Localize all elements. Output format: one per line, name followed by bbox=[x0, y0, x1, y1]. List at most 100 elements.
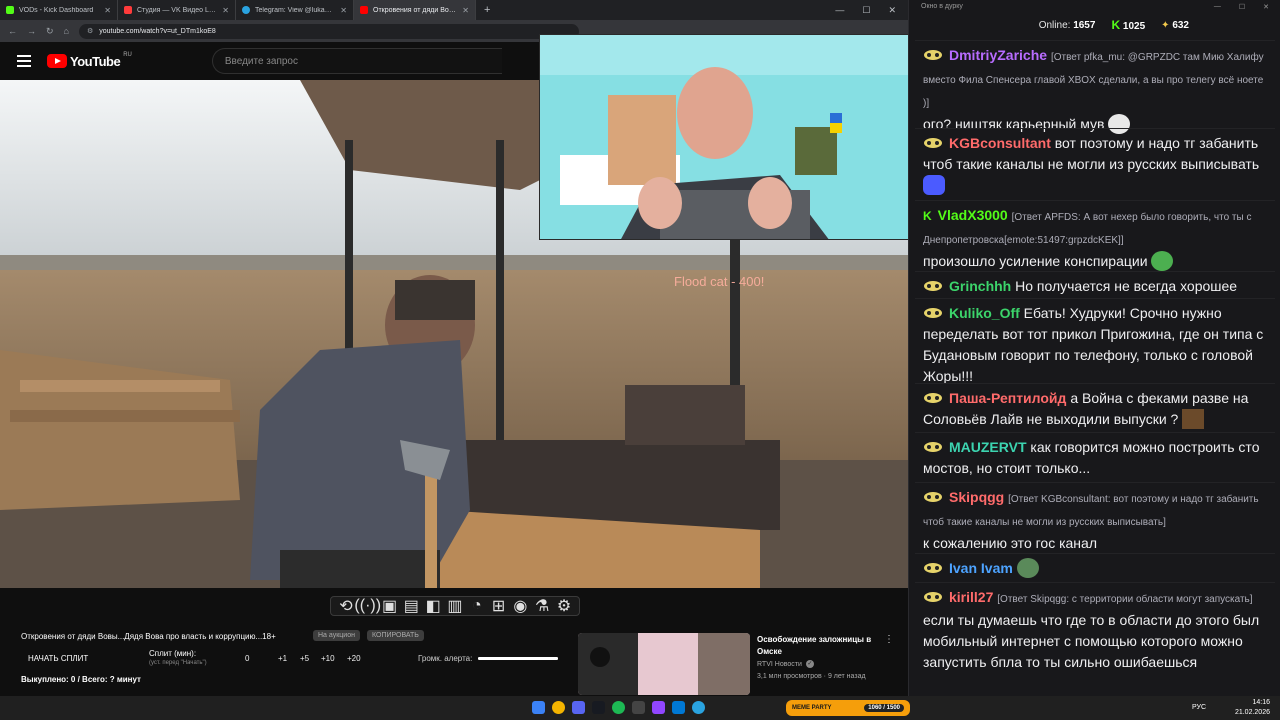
alien-avatar-icon bbox=[923, 277, 943, 291]
increment-20-button[interactable]: +20 bbox=[347, 654, 361, 663]
alert-volume-fill bbox=[478, 657, 558, 660]
increment-10-button[interactable]: +10 bbox=[321, 654, 335, 663]
verified-icon: ✓ bbox=[805, 660, 814, 668]
online-stat: Online: 1657 bbox=[1038, 19, 1096, 31]
increment-1-button[interactable]: +1 bbox=[278, 654, 287, 663]
split-label: Сплит (мин): bbox=[149, 649, 197, 658]
youtube-logo[interactable]: YouTube RU bbox=[47, 52, 132, 69]
vk-favicon-icon bbox=[124, 6, 132, 14]
close-tab-icon[interactable]: ✕ bbox=[462, 6, 469, 15]
youtube-play-icon bbox=[47, 54, 67, 68]
chat-message: Паша-Рептилойд а Война с феками разве на… bbox=[915, 383, 1275, 430]
kick-icon: K bbox=[1111, 18, 1121, 32]
kick-stat: K 1025 bbox=[1111, 18, 1146, 32]
reload-icon[interactable]: ↻ bbox=[46, 26, 54, 37]
add-panel-icon[interactable]: ⊞ bbox=[492, 598, 506, 615]
chat-message: Ivan Ivam bbox=[915, 553, 1275, 579]
audio-icon[interactable]: ((·)) bbox=[354, 597, 381, 614]
spotify-icon[interactable] bbox=[612, 701, 625, 714]
vk-stat: ✦ 632 bbox=[1161, 19, 1189, 31]
browser-tab-bar: VODs - Kick Dashboard ✕ Студия — VK Виде… bbox=[0, 0, 908, 20]
split-value[interactable]: 0 bbox=[245, 654, 249, 663]
telegram-icon[interactable] bbox=[692, 701, 705, 714]
browser-tab-vk[interactable]: Студия — VK Видео Live ✕ bbox=[118, 0, 236, 20]
close-window-icon[interactable]: ✕ bbox=[1263, 3, 1269, 11]
speed-icon[interactable]: ◔ bbox=[470, 597, 484, 614]
alien-avatar-icon bbox=[923, 304, 943, 318]
meme-party-widget[interactable]: MEME PARTY 1060 / 1500 bbox=[786, 700, 910, 716]
url-field[interactable]: ⚙ youtube.com/watch?v=ut_DTm1koE8 bbox=[78, 23, 579, 39]
explorer-icon[interactable] bbox=[672, 701, 685, 714]
site-info-icon[interactable]: ⚙ bbox=[87, 27, 93, 35]
video-title: Откровения от дяди Вовы...Дядя Вова про … bbox=[21, 632, 276, 641]
home-icon[interactable]: ⌂ bbox=[64, 26, 69, 36]
system-clock[interactable]: 14:16 21.02.2026 bbox=[1235, 698, 1270, 718]
alert-volume-slider[interactable] bbox=[478, 657, 558, 660]
recommendation-channel[interactable]: RTVI Новости bbox=[757, 661, 802, 668]
discord-icon[interactable] bbox=[572, 701, 585, 714]
maximize-icon[interactable]: ☐ bbox=[1239, 3, 1245, 11]
recommendation-thumbnail[interactable] bbox=[578, 633, 750, 695]
obs-icon[interactable] bbox=[632, 701, 645, 714]
start-icon[interactable] bbox=[532, 701, 545, 714]
window-controls: — ☐ ✕ bbox=[835, 5, 908, 16]
new-tab-button[interactable]: + bbox=[476, 4, 498, 16]
film-icon[interactable]: ▤ bbox=[404, 598, 419, 615]
loop-icon[interactable]: ⟲ bbox=[339, 598, 353, 615]
picture-in-picture-icon[interactable]: ◧ bbox=[426, 598, 441, 615]
alien-avatar-icon bbox=[923, 46, 943, 60]
screenshot-settings-icon[interactable]: ▣ bbox=[382, 598, 397, 615]
menu-icon[interactable] bbox=[17, 55, 31, 67]
alien-avatar-icon bbox=[923, 559, 943, 573]
gear-icon[interactable]: ⚙ bbox=[557, 598, 571, 615]
alert-volume-label: Громк. алерта: bbox=[418, 654, 473, 663]
alien-avatar-icon bbox=[923, 438, 943, 452]
chrome-icon[interactable] bbox=[552, 701, 565, 714]
language-indicator[interactable]: РУС bbox=[1192, 704, 1206, 711]
maximize-icon[interactable]: ☐ bbox=[862, 5, 870, 16]
taskbar-apps bbox=[532, 701, 705, 714]
alien-avatar-icon bbox=[923, 389, 943, 403]
copy-button[interactable]: КОПИРОВАТЬ bbox=[367, 630, 424, 641]
close-tab-icon[interactable]: ✕ bbox=[222, 6, 229, 15]
flask-icon[interactable]: ⚗ bbox=[535, 598, 549, 615]
frames-icon[interactable]: ▥ bbox=[447, 598, 462, 615]
thumbnail-image bbox=[578, 633, 750, 695]
minimize-icon[interactable]: — bbox=[1214, 3, 1221, 11]
steam-icon[interactable] bbox=[592, 701, 605, 714]
face-emote-icon bbox=[1182, 409, 1205, 429]
player-tools-bar: ⟲ ((·)) ▣ ▤ ◧ ▥ ◔ ⊞ ◉ ⚗ ⚙ bbox=[330, 596, 580, 616]
chat-message: KGBconsultant вот поэтому и надо тг заба… bbox=[915, 128, 1275, 196]
webcam-frame bbox=[540, 35, 910, 239]
start-split-button[interactable]: НАЧАТЬ СПЛИТ bbox=[28, 654, 88, 663]
twitch-icon[interactable] bbox=[652, 701, 665, 714]
increment-5-button[interactable]: +5 bbox=[300, 654, 309, 663]
browser-tab-youtube[interactable]: Откровения от дяди Вовы...Дяд ✕ bbox=[354, 0, 476, 20]
split-hint: (уст. перед "Начать") bbox=[149, 660, 207, 666]
recommendation-title[interactable]: Освобождение заложницы в Омске bbox=[757, 634, 882, 658]
kick-icon: K bbox=[923, 209, 932, 223]
chat-message: DmitriyZariche [Ответ pfka_mu: @GRPZDC т… bbox=[915, 40, 1275, 135]
camera-icon[interactable]: ◉ bbox=[513, 598, 527, 615]
minimize-icon[interactable]: — bbox=[835, 5, 844, 16]
more-options-icon[interactable]: ⋮ bbox=[884, 634, 894, 645]
chat-message: Skipqgg [Ответ KGBconsultant: вот поэтом… bbox=[915, 482, 1275, 554]
browser-tab-kick[interactable]: VODs - Kick Dashboard ✕ bbox=[0, 0, 118, 20]
alien-avatar-icon bbox=[923, 134, 943, 148]
auction-button[interactable]: На аукцион bbox=[313, 630, 360, 641]
close-tab-icon[interactable]: ✕ bbox=[340, 6, 347, 15]
close-window-icon[interactable]: ✕ bbox=[888, 5, 896, 16]
taskbar: MEME PARTY 1060 / 1500 РУС 14:16 21.02.2… bbox=[0, 696, 1280, 720]
chat-message: kirill27 [Ответ Skipqgg: с территории об… bbox=[915, 582, 1275, 673]
close-tab-icon[interactable]: ✕ bbox=[104, 6, 111, 15]
browser-tab-telegram[interactable]: Telegram: View @luka_ebkov ✕ bbox=[236, 0, 354, 20]
back-icon[interactable]: ← bbox=[8, 26, 17, 36]
search-input[interactable]: Введите запрос bbox=[211, 48, 502, 74]
chat-message: K VladX3000 [Ответ APFDS: А вот нехер был… bbox=[915, 200, 1275, 272]
viewer-stats: Online: 1657 K 1025 ✦ 632 bbox=[909, 15, 1280, 35]
recommendation-channel-row: RTVI Новости ✓ bbox=[757, 660, 814, 668]
forward-icon[interactable]: → bbox=[27, 26, 36, 36]
alien-avatar-icon bbox=[923, 588, 943, 602]
youtube-favicon-icon bbox=[360, 6, 368, 14]
alien-icon: ✦ bbox=[1161, 19, 1170, 31]
